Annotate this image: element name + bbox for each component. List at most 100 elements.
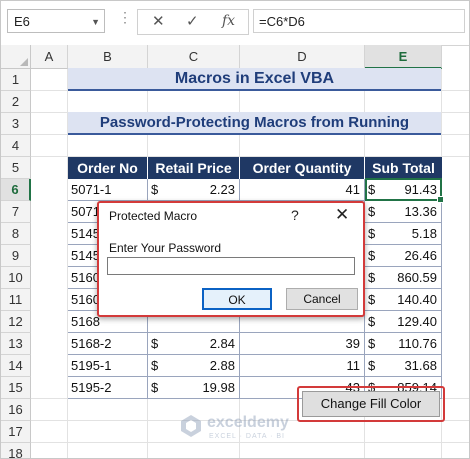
row-header-1[interactable]: 1 bbox=[1, 69, 31, 91]
row-header-13[interactable]: 13 bbox=[1, 333, 31, 355]
cell-sub-total[interactable]: $31.68 bbox=[365, 355, 442, 377]
cancel-icon[interactable]: ✕ bbox=[152, 12, 165, 30]
watermark-name: exceldemy bbox=[207, 414, 289, 431]
column-header-e[interactable]: E bbox=[365, 45, 442, 69]
fx-icon[interactable]: fx bbox=[222, 13, 235, 29]
cell-order-no[interactable]: 5168-2 bbox=[68, 333, 148, 355]
column-header-b[interactable]: B bbox=[68, 45, 148, 69]
cell-sub-total[interactable]: $26.46 bbox=[365, 245, 442, 267]
gridline bbox=[31, 442, 469, 443]
cell-sub-total[interactable]: $129.40 bbox=[365, 311, 442, 333]
cell-order-no[interactable]: 5195-1 bbox=[68, 355, 148, 377]
active-cell-selection[interactable] bbox=[365, 178, 444, 203]
currency-symbol: $ bbox=[368, 314, 376, 329]
column-header-d[interactable]: D bbox=[240, 45, 365, 69]
total-value: 110.76 bbox=[398, 336, 437, 351]
column-header-a[interactable]: A bbox=[31, 45, 68, 69]
cell-sub-total[interactable]: $5.18 bbox=[365, 223, 442, 245]
price-value: 2.88 bbox=[209, 358, 235, 373]
cell-order-no[interactable]: 5195-2 bbox=[68, 377, 148, 399]
total-value: 860.59 bbox=[397, 270, 437, 285]
row-header-15[interactable]: 15 bbox=[1, 377, 31, 399]
row-header-3[interactable]: 3 bbox=[1, 113, 31, 135]
total-value: 140.40 bbox=[397, 292, 437, 307]
currency-symbol: $ bbox=[151, 358, 159, 373]
row-header-5[interactable]: 5 bbox=[1, 157, 31, 179]
exceldemy-logo-icon bbox=[181, 415, 201, 437]
row-header-18[interactable]: 18 bbox=[1, 443, 31, 458]
cell-sub-total[interactable]: $140.40 bbox=[365, 289, 442, 311]
cell-order-quantity[interactable]: 11 bbox=[240, 355, 365, 377]
password-input[interactable] bbox=[107, 257, 355, 275]
check-icon[interactable]: ✓ bbox=[186, 12, 199, 30]
sheet-subtitle: Password-Protecting Macros from Running bbox=[68, 112, 441, 135]
row-header-2[interactable]: 2 bbox=[1, 91, 31, 113]
cell-order-quantity[interactable]: 41 bbox=[240, 179, 365, 201]
cell-retail-price[interactable]: $19.98 bbox=[148, 377, 240, 399]
formula-input[interactable]: =C6*D6 bbox=[253, 9, 465, 33]
formula-buttons: ✕ ✓ fx bbox=[137, 9, 249, 35]
macro-button-highlight: Change Fill Color bbox=[297, 386, 445, 422]
row-header-12[interactable]: 12 bbox=[1, 311, 31, 333]
cell-order-no[interactable]: 5071-1 bbox=[68, 179, 148, 201]
currency-symbol: $ bbox=[368, 226, 376, 241]
currency-symbol: $ bbox=[151, 380, 159, 395]
header-sub-total[interactable]: Sub Total bbox=[365, 157, 442, 179]
dialog-title: Protected Macro bbox=[109, 209, 198, 223]
cell-retail-price[interactable]: $2.84 bbox=[148, 333, 240, 355]
price-value: 19.98 bbox=[202, 380, 235, 395]
column-header-c[interactable]: C bbox=[148, 45, 240, 69]
protected-macro-dialog: Protected Macro ? ✕ Enter Your Password … bbox=[97, 201, 365, 317]
total-value: 13.36 bbox=[404, 204, 437, 219]
row-header-9[interactable]: 9 bbox=[1, 245, 31, 267]
cell-sub-total[interactable]: $110.76 bbox=[365, 333, 442, 355]
total-value: 26.46 bbox=[404, 248, 437, 263]
cell-sub-total[interactable]: $13.36 bbox=[365, 201, 442, 223]
ok-button[interactable]: OK bbox=[202, 288, 272, 310]
total-value: 5.18 bbox=[411, 226, 437, 241]
price-value: 2.23 bbox=[209, 182, 235, 197]
name-box[interactable]: E6 ▼ bbox=[7, 9, 105, 33]
chevron-down-icon[interactable]: ▼ bbox=[91, 10, 100, 34]
currency-symbol: $ bbox=[368, 204, 376, 219]
row-header-7[interactable]: 7 bbox=[1, 201, 31, 223]
formula-bar: E6 ▼ ⋮ ✕ ✓ fx =C6*D6 bbox=[1, 1, 469, 46]
price-value: 2.84 bbox=[209, 336, 235, 351]
row-header-6[interactable]: 6 bbox=[1, 179, 31, 201]
header-order-quantity[interactable]: Order Quantity bbox=[240, 157, 365, 179]
total-value: 31.68 bbox=[404, 358, 437, 373]
name-box-value: E6 bbox=[14, 14, 30, 29]
cell-retail-price[interactable]: $2.88 bbox=[148, 355, 240, 377]
password-prompt: Enter Your Password bbox=[109, 241, 222, 255]
change-fill-color-button[interactable]: Change Fill Color bbox=[302, 391, 440, 417]
row-header-16[interactable]: 16 bbox=[1, 399, 31, 421]
currency-symbol: $ bbox=[151, 182, 159, 197]
row-header-17[interactable]: 17 bbox=[1, 421, 31, 443]
sheet-title: Macros in Excel VBA bbox=[68, 68, 441, 91]
excel-window: E6 ▼ ⋮ ✕ ✓ fx =C6*D6 A B C D E 1 2 3 4 5… bbox=[0, 0, 470, 459]
row-header-4[interactable]: 4 bbox=[1, 135, 31, 157]
cancel-button[interactable]: Cancel bbox=[286, 288, 358, 310]
exceldemy-watermark: exceldemy EXCEL · DATA · BI bbox=[179, 414, 289, 443]
currency-symbol: $ bbox=[368, 358, 376, 373]
cell-retail-price[interactable]: $2.23 bbox=[148, 179, 240, 201]
row-header-11[interactable]: 11 bbox=[1, 289, 31, 311]
row-header-10[interactable]: 10 bbox=[1, 267, 31, 289]
header-retail-price[interactable]: Retail Price bbox=[148, 157, 240, 179]
currency-symbol: $ bbox=[368, 336, 376, 351]
cell-sub-total[interactable]: $860.59 bbox=[365, 267, 442, 289]
more-options-icon[interactable]: ⋮ bbox=[118, 9, 132, 26]
cell-order-quantity[interactable]: 39 bbox=[240, 333, 365, 355]
currency-symbol: $ bbox=[368, 292, 376, 307]
help-icon[interactable]: ? bbox=[291, 207, 299, 223]
watermark-tagline: EXCEL · DATA · BI bbox=[209, 433, 285, 440]
row-header-14[interactable]: 14 bbox=[1, 355, 31, 377]
currency-symbol: $ bbox=[368, 248, 376, 263]
close-icon[interactable]: ✕ bbox=[335, 205, 349, 225]
select-all-corner[interactable] bbox=[1, 45, 31, 69]
currency-symbol: $ bbox=[151, 336, 159, 351]
header-order-no[interactable]: Order No bbox=[68, 157, 148, 179]
total-value: 129.40 bbox=[397, 314, 437, 329]
currency-symbol: $ bbox=[368, 270, 376, 285]
row-header-8[interactable]: 8 bbox=[1, 223, 31, 245]
